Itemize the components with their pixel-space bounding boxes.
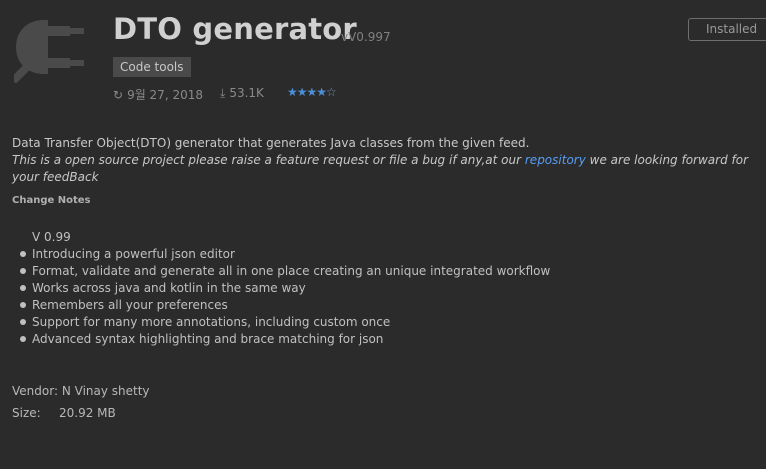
- change-notes-heading: Change Notes: [12, 195, 91, 206]
- list-item-text: Remembers all your preferences: [32, 298, 228, 312]
- bullet: [20, 285, 26, 291]
- list-item-text: Works across java and kotlin in the same…: [32, 281, 306, 295]
- vendor-label: Vendor:: [12, 384, 58, 398]
- list-item: Advanced syntax highlighting and brace m…: [20, 331, 550, 348]
- plug-icon: [14, 20, 84, 84]
- vendor-info: Vendor: N Vinay shetty: [12, 384, 150, 398]
- installed-button[interactable]: Installed: [688, 18, 766, 41]
- plugin-title: DTO generator: [113, 12, 357, 46]
- list-item: Works across java and kotlin in the same…: [20, 280, 550, 297]
- list-item: Format, validate and generate all in one…: [20, 263, 550, 280]
- vendor-value: N Vinay shetty: [61, 384, 150, 398]
- change-notes: V 0.99 Introducing a powerful json edito…: [20, 229, 550, 348]
- rating-filled-stars: ★★★★: [287, 85, 327, 99]
- list-item-text: Support for many more annotations, inclu…: [32, 315, 391, 329]
- list-item: Remembers all your preferences: [20, 297, 550, 314]
- bullet: [20, 319, 26, 325]
- description-line-1: Data Transfer Object(DTO) generator that…: [12, 136, 530, 150]
- list-item: Support for many more annotations, inclu…: [20, 314, 550, 331]
- plugin-version: vV0.997: [341, 30, 391, 44]
- list-item-text: Format, validate and generate all in one…: [32, 264, 551, 278]
- description-text-pre: This is a open source project please rai…: [12, 153, 525, 167]
- category-tag[interactable]: Code tools: [113, 57, 191, 77]
- bullet: [20, 336, 26, 342]
- repository-link[interactable]: repository: [525, 153, 586, 167]
- list-item: Introducing a powerful json editor: [20, 246, 550, 263]
- release-date-text: 9월 27, 2018: [127, 88, 203, 102]
- rating-stars: ★★★★☆: [287, 85, 337, 99]
- release-date: ↻ 9월 27, 2018: [113, 86, 203, 103]
- plugin-description: Data Transfer Object(DTO) generator that…: [12, 135, 752, 186]
- size-info: Size: 20.92 MB: [12, 406, 116, 420]
- download-count: ⤓ 53.1K: [220, 86, 264, 101]
- bullet: [20, 268, 26, 274]
- download-icon: ⤓: [220, 86, 226, 100]
- bullet: [20, 251, 26, 257]
- change-notes-version: V 0.99: [32, 230, 71, 244]
- bullet: [20, 302, 26, 308]
- list-item-text: Introducing a powerful json editor: [32, 247, 235, 261]
- size-value: 20.92 MB: [59, 406, 116, 420]
- rating-half-star: ☆: [326, 85, 337, 99]
- download-count-text: 53.1K: [229, 86, 264, 100]
- list-item-text: Advanced syntax highlighting and brace m…: [32, 332, 384, 346]
- change-notes-list: Introducing a powerful json editor Forma…: [20, 246, 550, 348]
- refresh-icon: ↻: [113, 88, 124, 102]
- size-label: Size:: [12, 406, 41, 420]
- description-line-2: This is a open source project please rai…: [12, 152, 752, 186]
